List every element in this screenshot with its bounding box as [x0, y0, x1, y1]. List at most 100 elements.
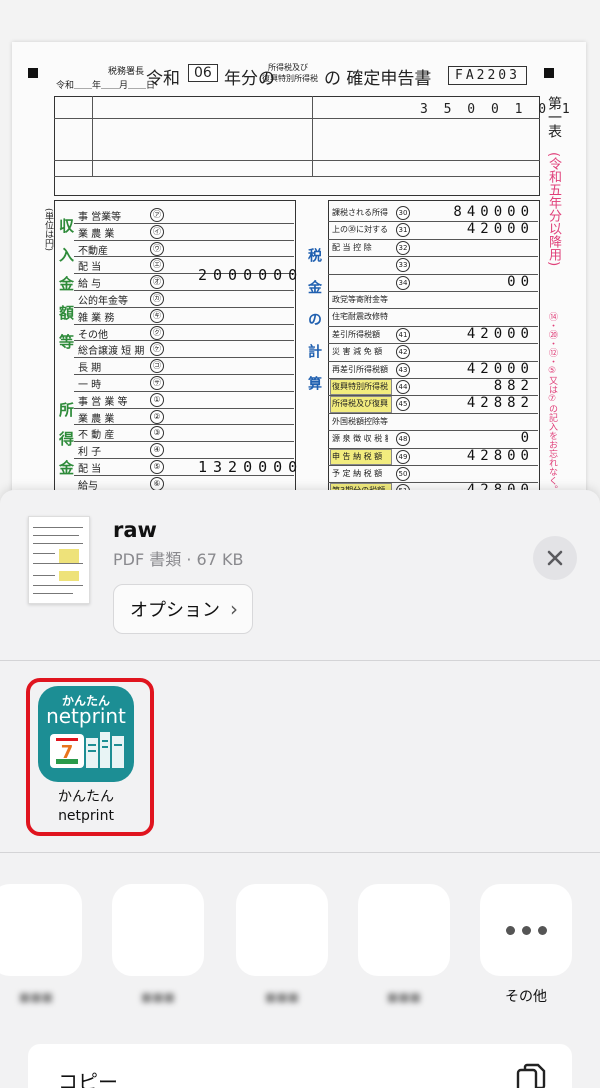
blurred-app-icon[interactable]	[236, 884, 328, 976]
tax-row-amount: 00	[507, 273, 534, 290]
tax-row-mark: 43	[396, 362, 410, 377]
file-meta: PDF 書類 · 67 KB	[113, 550, 244, 569]
divider	[0, 852, 600, 853]
blurred-app-icon[interactable]	[0, 884, 82, 976]
side-note-2: ⑭・⑳・⑫・⑤又は⑦の記入をお忘れなく。	[547, 312, 557, 494]
income-row-mark: ㋒	[150, 241, 164, 256]
income-row-mark: ②	[150, 409, 164, 424]
grid-line	[328, 430, 538, 432]
income-heading-2: 所得金	[57, 402, 75, 489]
app-label-line-2: netprint	[58, 808, 114, 824]
thumb-line	[33, 543, 83, 544]
more-dots-icon	[505, 925, 515, 935]
thumb-line	[33, 593, 73, 594]
blurred-app-label: ■■■	[264, 990, 299, 1004]
thumb-line	[33, 527, 83, 528]
grid-line	[74, 290, 294, 291]
income-row-mark: ⑥	[150, 476, 164, 491]
thumb-line	[33, 553, 55, 554]
income-row-label: 利 子	[78, 447, 102, 459]
kantan-netprint-app-icon[interactable]: かんたん netprint 7	[38, 686, 134, 782]
tax-row-label: 住宅耐震改修特別控除等	[332, 312, 388, 322]
tax-row-label: 所得税及び復興特別所得税の額	[332, 399, 388, 409]
income-row-mark: ①	[150, 392, 164, 407]
tax-return-document-preview: 税務署長 令和＿＿年＿＿月＿＿日 令和 06 年分の 所得税及び 復興特別所得税…	[12, 42, 586, 512]
income-row-label: 不動産	[78, 245, 108, 257]
options-button[interactable]: オプション ›	[113, 584, 253, 634]
copy-icon	[516, 1063, 546, 1088]
chevron-right-icon: ›	[230, 597, 238, 621]
registration-mark	[28, 68, 38, 78]
title-main: の 確定申告書	[324, 69, 432, 89]
tax-row-amount: 42882	[466, 395, 534, 412]
copy-action-row[interactable]: コピー	[28, 1044, 572, 1088]
more-dots-icon	[521, 925, 531, 935]
tax-row-label: 予 定 納 税 額	[332, 469, 383, 478]
income-row-label: 不 動 産	[78, 430, 115, 442]
tax-row-label: 復興特別所得税額	[332, 382, 388, 391]
close-icon	[547, 550, 563, 566]
blurred-app-label: ■■■	[18, 990, 53, 1004]
grid-line	[54, 160, 540, 161]
income-row-label: 配 当	[78, 464, 102, 475]
income-row-mark: ㋚	[150, 376, 164, 390]
tax-row-amount: 42000	[466, 360, 534, 377]
salary-income-amount: 2000000	[198, 266, 304, 284]
income-row-label: 公的年金等	[78, 296, 128, 307]
grid-line	[328, 343, 538, 345]
app-label-line-1: かんたん	[58, 789, 114, 805]
tax-heading: 税金の計算	[306, 248, 322, 408]
income-row-label: 長 期	[78, 363, 102, 375]
grid-line	[328, 412, 538, 414]
income-row-mark: ㋕	[150, 292, 164, 306]
officer-label: 税務署長	[108, 67, 145, 77]
income-row-label: 業 農 業	[78, 228, 115, 240]
submission-date: 令和＿＿年＿＿月＿＿日	[56, 81, 156, 91]
salary-net-amount: 1320000	[198, 458, 304, 476]
income-row-label: 配 当	[78, 262, 102, 274]
tax-row-mark: 32	[396, 240, 410, 255]
income-row-mark: ⑤	[150, 460, 164, 474]
tax-row-amount: 882	[493, 378, 534, 394]
tax-row-amount: 42800	[466, 447, 534, 464]
tax-row-label: 上の㉚に対する税額	[332, 225, 388, 235]
income-row-label: 総合譲渡 短 期	[78, 346, 145, 358]
more-dots-icon	[537, 925, 547, 935]
grid-line	[328, 465, 538, 466]
tax-row-label: 源 泉 徴 収 税 額	[332, 434, 388, 444]
income-row-label: 給 与	[78, 279, 102, 291]
title-small-2: 復興特別所得税	[262, 74, 318, 83]
blurred-app-icon[interactable]	[358, 884, 450, 976]
thumb-highlight	[59, 549, 79, 563]
blurred-app-icon[interactable]	[112, 884, 204, 976]
tax-row-amount: 42000	[466, 325, 534, 342]
tax-row-label: 再差引所得税額	[332, 364, 388, 374]
grid-line	[92, 96, 93, 176]
tax-row-mark: 50	[396, 467, 410, 481]
tax-row-label: 政党等寄附金等特別控除	[332, 295, 388, 304]
file-thumbnail	[28, 516, 90, 604]
grid-line	[328, 308, 538, 310]
birth-date: 3 5 0 0 1 0 1	[420, 102, 574, 117]
income-row-label: 業 農 業	[78, 413, 115, 425]
tax-row-label: 配 当 控 除	[332, 242, 372, 252]
side-note: (令和五年分以降用)	[546, 152, 561, 267]
tax-row-mark: 44	[396, 380, 410, 394]
tax-row-label: 災 害 減 免 額	[332, 347, 383, 357]
printer-graphic-icon: 7	[50, 732, 124, 768]
app-label[interactable]: かんたん netprint	[30, 788, 142, 826]
income-row-label: その他	[78, 329, 108, 341]
share-sheet: raw PDF 書類 · 67 KB オプション › かんたん netprint…	[0, 490, 600, 1088]
tax-row-label: 外国税額控除等	[332, 416, 388, 426]
title-small-1: 所得税及び	[268, 63, 308, 72]
thumb-highlight	[59, 571, 79, 581]
grid-line	[312, 96, 313, 176]
copy-label: コピー	[58, 1070, 118, 1088]
grid-line	[54, 176, 540, 177]
close-button[interactable]	[533, 536, 577, 580]
more-apps-button[interactable]	[480, 884, 572, 976]
tax-row-mark: 41	[396, 327, 410, 342]
grid-line	[74, 390, 294, 392]
income-row-mark: ㋖	[150, 308, 164, 323]
tax-row-mark: 30	[396, 206, 410, 220]
